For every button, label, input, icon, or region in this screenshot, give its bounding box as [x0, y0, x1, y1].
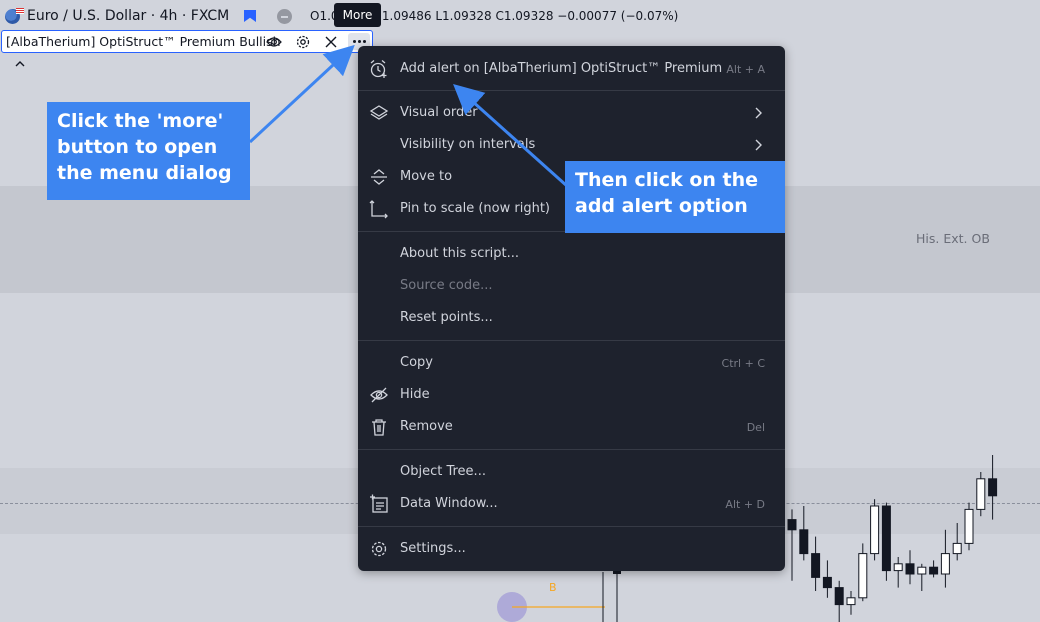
move-arrows-icon — [371, 169, 387, 185]
menu-item-reset-points[interactable]: Reset points... — [358, 302, 785, 334]
candle-body — [988, 478, 998, 497]
callout-add-alert: Then click on the add alert option — [565, 161, 785, 233]
data-window-icon — [370, 494, 388, 513]
gear-icon[interactable] — [294, 33, 312, 51]
menu-item-label: Object Tree... — [400, 464, 486, 479]
menu-item-visual-order[interactable]: Visual order — [358, 97, 785, 129]
menu-item-label: Remove — [400, 419, 453, 434]
more-context-menu: Add alert on [AlbaTherium] OptiStruct™ P… — [358, 46, 785, 571]
candle-body — [964, 508, 974, 544]
menu-item-label: Settings... — [400, 541, 466, 556]
menu-item-shortcut: Del — [746, 421, 765, 434]
candle-body — [893, 563, 903, 572]
menu-item-label: Source code... — [400, 278, 493, 293]
candle-body — [940, 553, 950, 575]
symbol-header: Euro / U.S. Dollar · 4h · FXCM O1.09405 … — [0, 0, 1040, 34]
menu-item-label: About this script... — [400, 246, 520, 261]
candle-body — [952, 542, 962, 555]
chevron-right-icon — [755, 107, 762, 119]
gear-icon — [371, 541, 387, 557]
candle-body — [858, 553, 868, 599]
candle-body — [846, 597, 856, 606]
candle-body — [905, 563, 915, 575]
menu-item-label: Visibility on intervals — [400, 137, 536, 152]
trash-icon — [372, 419, 386, 436]
menu-item-label: Data Window... — [400, 496, 498, 511]
candle-body — [917, 566, 927, 575]
candle-body — [811, 553, 821, 578]
indicator-legend[interactable]: [AlbaTherium] OptiStruct™ Premium Bullis… — [1, 30, 373, 53]
menu-item-shortcut: Alt + D — [725, 498, 765, 511]
menu-item-object-tree[interactable]: Object Tree... — [358, 456, 785, 488]
menu-separator — [358, 526, 785, 527]
menu-item-label: Reset points... — [400, 310, 493, 325]
eurusd-flag-icon — [5, 8, 24, 24]
menu-separator — [358, 340, 785, 341]
eye-off-icon — [370, 387, 388, 403]
menu-item-remove[interactable]: Remove Del — [358, 411, 785, 443]
menu-item-data-window[interactable]: Data Window... Alt + D — [358, 488, 785, 520]
menu-item-settings[interactable]: Settings... — [358, 533, 785, 565]
menu-item-label: Move to — [400, 169, 453, 184]
menu-item-source-code: Source code... — [358, 270, 785, 302]
menu-item-shortcut: Alt + A — [726, 63, 765, 76]
candle-body — [834, 587, 844, 606]
menu-separator — [358, 90, 785, 91]
indicator-label[interactable]: [AlbaTherium] OptiStruct™ Premium Bullis… — [6, 34, 281, 49]
symbol-title[interactable]: Euro / U.S. Dollar · 4h · FXCM — [27, 8, 229, 24]
candle-body — [976, 478, 986, 510]
callout-more-button: Click the 'more' button to open the menu… — [47, 102, 250, 200]
menu-separator — [358, 449, 785, 450]
alarm-clock-plus-icon — [370, 60, 387, 78]
menu-item-label: Copy — [400, 355, 433, 370]
candle-body — [787, 519, 797, 531]
menu-item-shortcut: Ctrl + C — [721, 357, 765, 370]
candle-body — [870, 505, 880, 555]
pin-scale-icon — [369, 200, 388, 219]
menu-item-label: Visual order — [400, 105, 478, 120]
collapse-ohlc-icon[interactable] — [277, 9, 292, 24]
menu-item-add-alert[interactable]: Add alert on [AlbaTherium] OptiStruct™ P… — [358, 53, 785, 85]
menu-item-label: Hide — [400, 387, 430, 402]
menu-item-about-script[interactable]: About this script... — [358, 238, 785, 270]
menu-item-visibility-intervals[interactable]: Visibility on intervals — [358, 129, 785, 161]
candle-body — [929, 566, 939, 575]
chevron-right-icon — [755, 139, 762, 151]
bookmark-icon[interactable] — [244, 10, 256, 22]
menu-item-hide[interactable]: Hide — [358, 379, 785, 411]
close-icon[interactable] — [322, 33, 340, 51]
menu-item-label: Pin to scale (now right) — [400, 201, 550, 216]
eye-icon[interactable] — [265, 33, 283, 51]
menu-item-label: Add alert on [AlbaTherium] OptiStruct™ P… — [400, 61, 722, 76]
candle-body — [799, 529, 809, 555]
candle-body — [881, 505, 891, 572]
collapse-chevron-up-icon[interactable] — [13, 58, 27, 70]
pivot-label: B — [549, 581, 557, 594]
more-tooltip: More — [334, 3, 381, 27]
layers-icon — [369, 105, 389, 120]
candle-body — [822, 576, 832, 589]
menu-item-copy[interactable]: Copy Ctrl + C — [358, 347, 785, 379]
